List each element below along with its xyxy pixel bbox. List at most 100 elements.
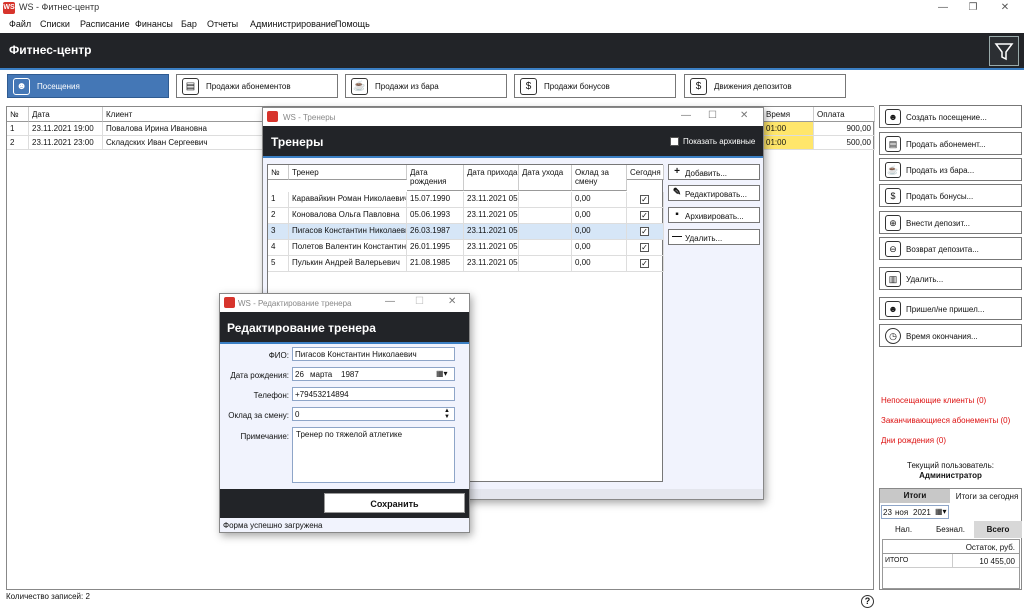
today-checkbox[interactable]: ✓ [640, 195, 649, 204]
col-header-time[interactable]: Время [763, 107, 814, 122]
show-archived-checkbox[interactable] [670, 137, 679, 146]
col-header-salary[interactable]: Оклад за смену [572, 165, 627, 191]
restore-icon[interactable]: ☐ [708, 110, 717, 121]
subtab-total[interactable]: Всего [974, 521, 1022, 538]
table-cell[interactable]: 0,00 [572, 224, 627, 240]
col-header-left[interactable]: Дата ухода [519, 165, 572, 191]
table-cell[interactable] [519, 240, 572, 256]
table-cell[interactable] [519, 192, 572, 208]
sell-bonus-button[interactable]: $ Продать бонусы... [879, 184, 1022, 207]
today-checkbox[interactable]: ✓ [640, 259, 649, 268]
minimize-icon[interactable]: — [385, 296, 395, 307]
close-icon[interactable]: ✕ [998, 1, 1012, 15]
table-cell[interactable]: 01:00 [763, 136, 814, 150]
table-cell[interactable]: 21.08.1985 [407, 256, 464, 272]
salary-stepper[interactable]: 0 ▲ ▼ [292, 407, 455, 421]
table-cell[interactable]: 23.11.2021 19:00 [29, 122, 103, 136]
table-cell[interactable]: 1 [268, 192, 289, 208]
sell-bar-button[interactable]: ☕ Продать из бара... [879, 158, 1022, 181]
menu-lists[interactable]: Списки [40, 19, 70, 29]
delete-trainer-button[interactable]: — Удалить... [668, 229, 760, 245]
table-cell[interactable]: 15.07.1990 [407, 192, 464, 208]
help-icon[interactable]: ? [861, 595, 874, 608]
tab-deposit-movements[interactable]: $ Движения депозитов [684, 74, 846, 98]
subtab-cash[interactable]: Нал. [880, 521, 927, 538]
table-cell[interactable]: Пигасов Константин Николаевич [289, 224, 407, 240]
table-cell[interactable]: 05.06.1993 [407, 208, 464, 224]
table-cell[interactable]: 2 [268, 208, 289, 224]
tab-totals[interactable]: Итоги [880, 489, 950, 503]
table-cell[interactable]: 4 [268, 240, 289, 256]
menu-reports[interactable]: Отчеты [207, 19, 238, 29]
today-cell[interactable]: ✓ [627, 256, 664, 272]
tab-bar-sales[interactable]: ☕ Продажи из бара [345, 74, 507, 98]
table-cell[interactable]: 0,00 [572, 240, 627, 256]
today-checkbox[interactable]: ✓ [640, 243, 649, 252]
spin-arrows-icon[interactable]: ▲ ▼ [444, 408, 450, 420]
today-cell[interactable]: ✓ [627, 240, 664, 256]
table-cell[interactable] [519, 224, 572, 240]
tab-visits[interactable]: ☻ Посещения [7, 74, 169, 98]
today-cell[interactable]: ✓ [627, 192, 664, 208]
col-header-birth[interactable]: Дата рождения [407, 165, 464, 191]
birth-date-picker[interactable]: 26 марта 1987 ▦▾ [292, 367, 455, 381]
save-button[interactable]: Сохранить [324, 493, 465, 513]
table-cell[interactable] [519, 256, 572, 272]
totals-date-picker[interactable]: 23 ноя 2021 ▦▾ [881, 505, 949, 519]
col-header-pay[interactable]: Оплата [814, 107, 875, 122]
table-cell[interactable]: 23.11.2021 05 [464, 208, 519, 224]
col-header-date[interactable]: Дата [29, 107, 103, 122]
today-cell[interactable]: ✓ [627, 224, 664, 240]
today-cell[interactable]: ✓ [627, 208, 664, 224]
table-cell[interactable]: 2 [7, 136, 29, 150]
table-cell[interactable]: 1 [7, 122, 29, 136]
table-cell[interactable]: 3 [268, 224, 289, 240]
calendar-icon[interactable]: ▦▾ [436, 369, 448, 378]
col-header-hired[interactable]: Дата прихода [464, 165, 519, 191]
add-trainer-button[interactable]: + Добавить... [668, 164, 760, 180]
col-header-today[interactable]: Сегодня [627, 165, 664, 180]
minimize-icon[interactable]: — [936, 1, 950, 15]
table-cell[interactable]: 0,00 [572, 208, 627, 224]
return-deposit-button[interactable]: ⊖ Возврат депозита... [879, 237, 1022, 260]
table-cell[interactable]: 01:00 [763, 122, 814, 136]
edit-trainer-button[interactable]: ✎ Редактировать... [668, 185, 760, 201]
table-cell[interactable]: Полетов Валентин Константинович [289, 240, 407, 256]
col-header-client[interactable]: Клиент [103, 107, 263, 122]
filter-button[interactable] [989, 36, 1019, 66]
table-cell[interactable]: Пулькин Андрей Валерьевич [289, 256, 407, 272]
table-cell[interactable]: 0,00 [572, 256, 627, 272]
attendance-button[interactable]: ☻ Пришел/не пришел... [879, 297, 1022, 320]
menu-schedule[interactable]: Расписание [80, 19, 130, 29]
table-cell[interactable]: 23.11.2021 05 [464, 240, 519, 256]
table-cell[interactable]: 5 [268, 256, 289, 272]
close-icon[interactable]: ✕ [448, 296, 456, 307]
table-cell[interactable]: 23.11.2021 05 [464, 192, 519, 208]
menu-file[interactable]: Файл [9, 19, 31, 29]
subtab-cashless[interactable]: Безнал. [927, 521, 974, 538]
phone-field[interactable]: +79453214894 [292, 387, 455, 401]
menu-help[interactable]: Помощь [335, 19, 370, 29]
col-header-num[interactable]: № [268, 165, 289, 180]
archive-trainer-button[interactable]: ▪ Архивировать... [668, 207, 760, 223]
tab-membership-sales[interactable]: ▤ Продажи абонементов [176, 74, 338, 98]
menu-admin[interactable]: Администрирование [250, 19, 336, 29]
end-time-button[interactable]: ◷ Время окончания... [879, 324, 1022, 347]
col-header-trainer[interactable]: Тренер [289, 165, 407, 180]
minimize-icon[interactable]: — [681, 110, 691, 121]
today-checkbox[interactable]: ✓ [640, 227, 649, 236]
close-icon[interactable]: ✕ [740, 110, 748, 121]
link-inactive-clients[interactable]: Непосещающие клиенты (0) [881, 396, 986, 405]
link-birthdays[interactable]: Дни рождения (0) [881, 436, 946, 445]
table-cell[interactable]: Коновалова Ольга Павловна [289, 208, 407, 224]
fio-field[interactable]: Пигасов Константин Николаевич [292, 347, 455, 361]
table-cell[interactable]: 23.11.2021 05 [464, 256, 519, 272]
menu-finance[interactable]: Финансы [135, 19, 173, 29]
table-cell[interactable]: Повалова Ирина Ивановна [103, 122, 263, 136]
table-cell[interactable]: 500,00 [814, 136, 875, 150]
create-visit-button[interactable]: ☻ Создать посещение... [879, 105, 1022, 128]
menu-bar-item[interactable]: Бар [181, 19, 197, 29]
delete-button[interactable]: ▥ Удалить... [879, 267, 1022, 290]
table-cell[interactable]: Каравайкин Роман Николаевич [289, 192, 407, 208]
table-cell[interactable]: 900,00 [814, 122, 875, 136]
